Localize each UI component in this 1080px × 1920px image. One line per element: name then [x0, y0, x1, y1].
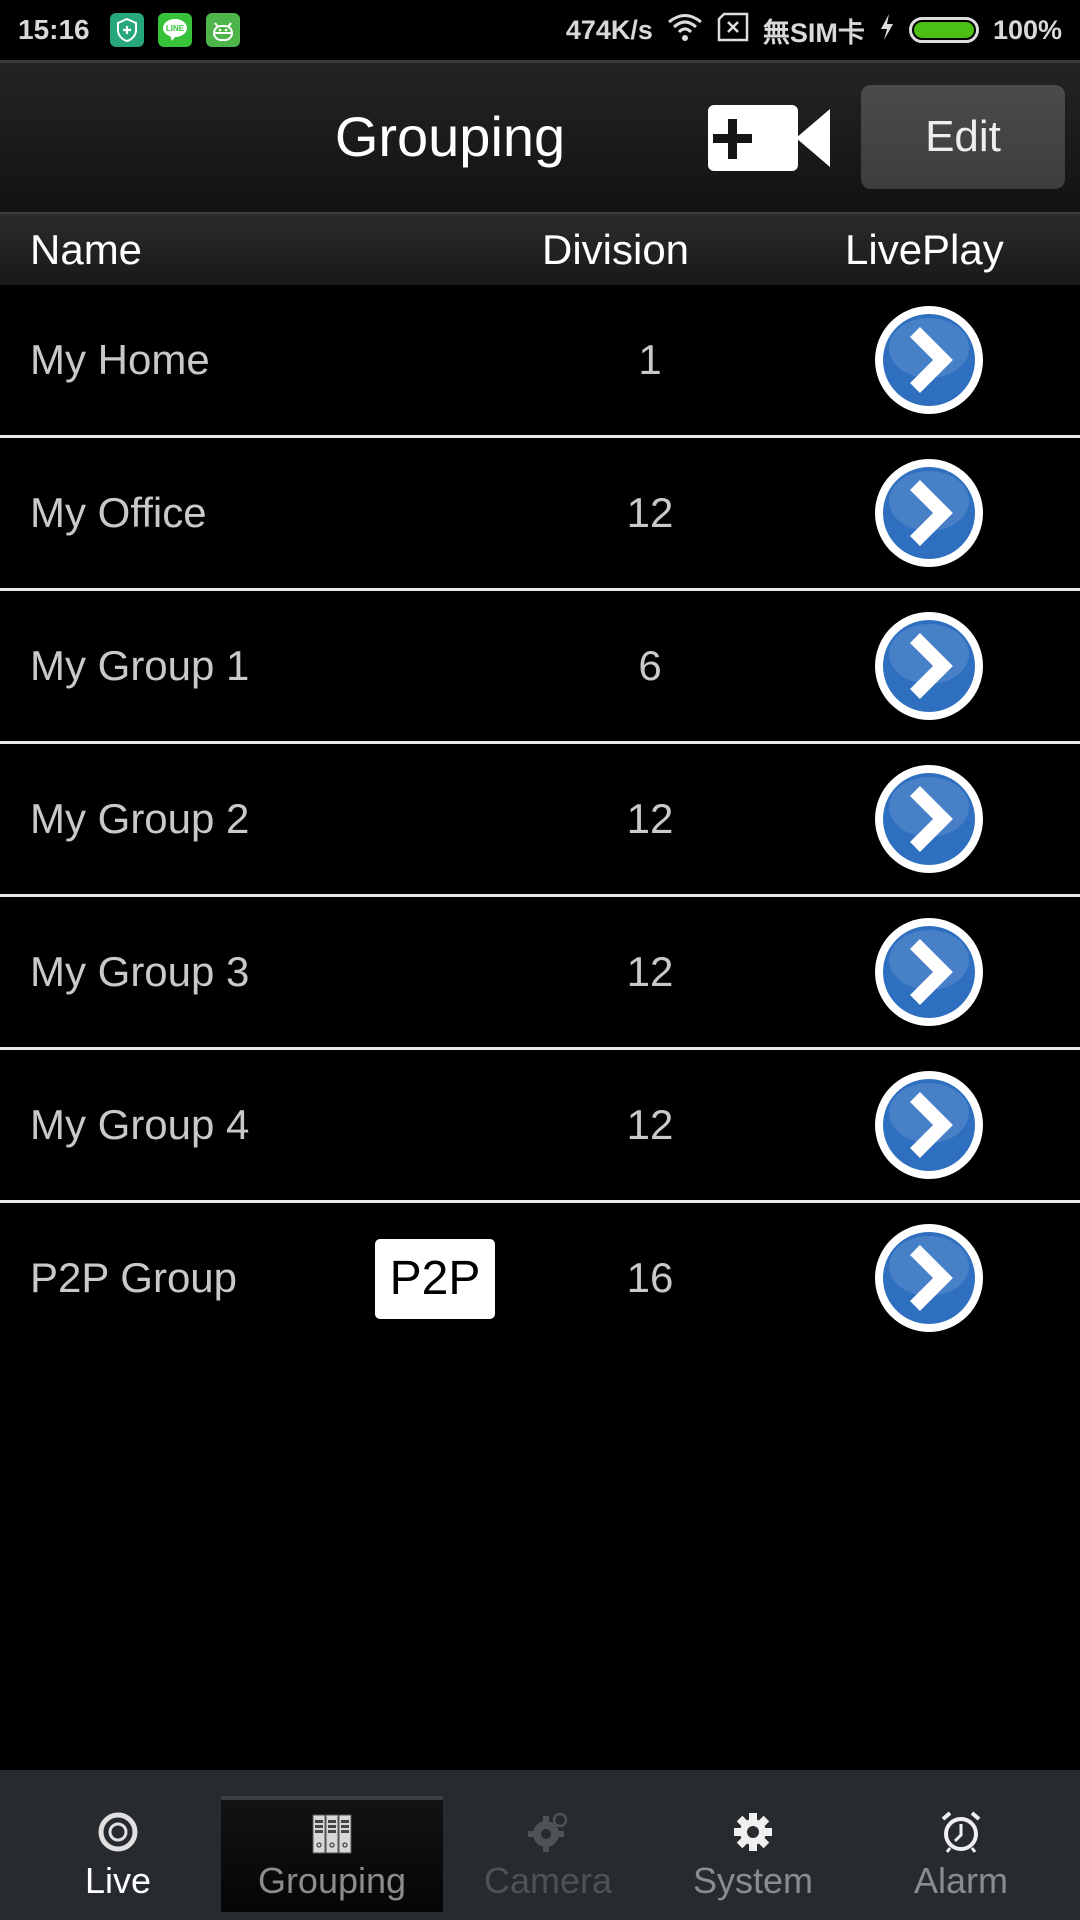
status-bar: 15:16 LINE 474K/s 無SIM卡 100% [0, 0, 1080, 60]
p2p-badge: P2P [375, 1239, 495, 1319]
tab-camera[interactable]: Camera [440, 1770, 656, 1920]
edit-button[interactable]: Edit [861, 85, 1065, 189]
alarm-clock-icon [941, 1811, 981, 1853]
group-name: My Group 1 [30, 642, 250, 689]
svg-text:LINE: LINE [166, 24, 185, 33]
chevron-right-circle-icon [875, 765, 983, 873]
add-camera-icon [708, 105, 830, 171]
group-division: 1 [638, 336, 662, 383]
bottom-tab-bar: Live Grouping Camera System Alarm [0, 1770, 1080, 1920]
group-name: My Group 4 [30, 1101, 250, 1148]
liveplay-button[interactable] [873, 916, 985, 1028]
add-camera-button[interactable] [708, 105, 832, 171]
liveplay-button[interactable] [873, 304, 985, 416]
group-name: P2P Group [30, 1254, 238, 1301]
column-header-name: Name [30, 226, 143, 273]
tab-live[interactable]: Live [10, 1770, 226, 1920]
group-division: 12 [626, 489, 674, 536]
group-name: My Home [30, 336, 210, 383]
group-division: 12 [626, 948, 674, 995]
group-row[interactable]: My Home 1 [0, 285, 1080, 438]
chevron-right-circle-icon [875, 459, 983, 567]
liveplay-button[interactable] [873, 1069, 985, 1181]
group-row[interactable]: My Office 12 [0, 438, 1080, 591]
tab-system[interactable]: System [645, 1770, 861, 1920]
tab-grouping[interactable]: Grouping [221, 1796, 443, 1912]
chevron-right-circle-icon [875, 1071, 983, 1179]
battery-icon [908, 17, 979, 43]
group-row[interactable]: My Group 4 12 [0, 1050, 1080, 1203]
group-row[interactable]: My Group 3 12 [0, 897, 1080, 1050]
android-app-icon [205, 13, 240, 47]
tab-alarm[interactable]: Alarm [853, 1770, 1069, 1920]
battery-percent: 100% [992, 14, 1062, 45]
liveplay-button[interactable] [873, 1222, 985, 1334]
liveplay-button[interactable] [873, 763, 985, 875]
tab-label: Alarm [913, 1860, 1008, 1901]
security-shield-icon [109, 13, 144, 47]
group-row[interactable]: My Group 2 12 [0, 744, 1080, 897]
group-name: My Office [30, 489, 207, 536]
sim-status: 無SIM卡 [762, 17, 865, 48]
column-header-division: Division [542, 226, 690, 273]
group-list: My Home 1 My Office 12 My Group 1 6 My G… [0, 285, 1080, 1356]
group-division: 16 [626, 1254, 674, 1301]
tab-label: Grouping [257, 1860, 407, 1901]
column-header-liveplay: LivePlay [845, 226, 1004, 273]
line-app-icon: LINE [157, 13, 192, 47]
app-header: Grouping Edit [0, 60, 1080, 212]
no-sim-icon [717, 12, 749, 49]
chevron-right-circle-icon [875, 306, 983, 414]
group-name: My Group 2 [30, 795, 250, 842]
liveplay-button[interactable] [873, 457, 985, 569]
group-row[interactable]: P2P Group P2P 16 [0, 1203, 1080, 1356]
liveplay-button[interactable] [873, 610, 985, 722]
group-row[interactable]: My Group 1 6 [0, 591, 1080, 744]
group-division: 12 [626, 795, 674, 842]
net-speed: 474K/s [565, 14, 653, 45]
group-division: 12 [626, 1101, 674, 1148]
grouping-binders-icon [312, 1814, 352, 1854]
tab-label: Live [84, 1860, 152, 1901]
chevron-right-circle-icon [875, 918, 983, 1026]
status-time: 15:16 [18, 14, 90, 45]
chevron-right-circle-icon [875, 1224, 983, 1332]
group-division: 6 [638, 642, 662, 689]
column-header-row: Name Division LivePlay [0, 212, 1080, 285]
tab-label: Camera [483, 1860, 613, 1901]
camera-settings-icon [528, 1812, 568, 1852]
group-name: My Group 3 [30, 948, 250, 995]
gear-icon [734, 1813, 772, 1851]
tab-label: System [692, 1860, 814, 1901]
battery-level [913, 22, 974, 38]
live-target-icon [98, 1812, 138, 1852]
charging-icon [879, 13, 895, 48]
chevron-right-circle-icon [875, 612, 983, 720]
wifi-icon [667, 12, 703, 49]
